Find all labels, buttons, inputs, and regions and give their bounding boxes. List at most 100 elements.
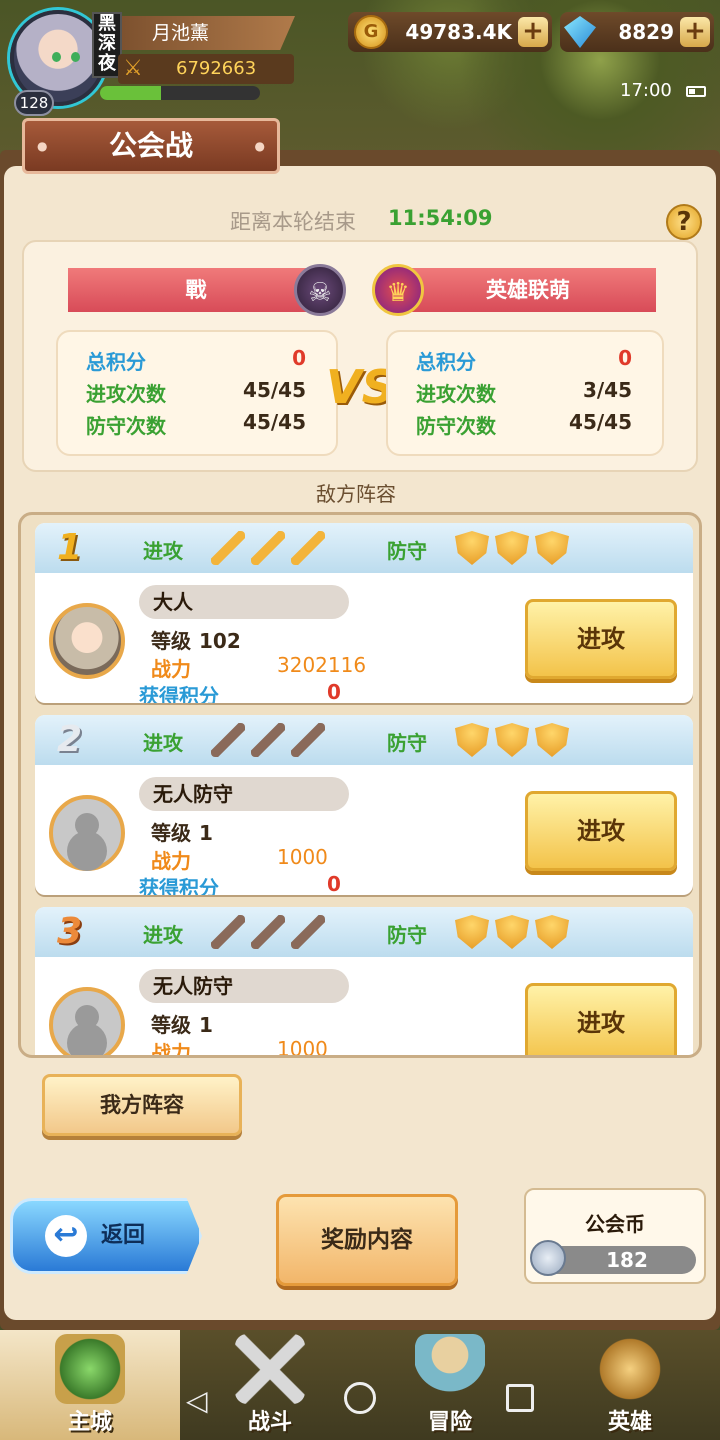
rank-number: 3	[57, 911, 83, 952]
guild-coin-icon	[530, 1240, 566, 1276]
enemy-entry-3: 3 进攻 防守 无人防守 等级 1 战力 1000 进攻	[35, 907, 693, 1058]
stat-value: 3/45	[582, 378, 632, 402]
power-value: 1000	[277, 845, 328, 869]
attack-button[interactable]: 进攻	[525, 983, 677, 1055]
enemy-list[interactable]: 1 进攻 防守 大人 等级 102 战力 3202116 获得积分 0 进攻 2 …	[18, 512, 702, 1058]
shield-icon	[535, 723, 569, 757]
enemy-avatar[interactable]	[49, 987, 125, 1055]
shield-icon	[455, 531, 489, 565]
timer-value: 11:54:09	[388, 206, 493, 230]
attack-button[interactable]: 进攻	[525, 791, 677, 871]
rewards-button[interactable]: 奖励内容	[276, 1194, 458, 1286]
sword-icon	[291, 723, 325, 757]
power-value: 1000	[277, 1037, 328, 1058]
level-value: 102	[199, 629, 241, 653]
nav-hero[interactable]: 英雄	[540, 1330, 720, 1440]
diamond-icon	[564, 16, 596, 48]
guild-coin-panel: 公会币 182	[524, 1188, 706, 1284]
back-label: 返回	[101, 1223, 146, 1248]
exp-fill	[100, 86, 161, 100]
add-gold-button[interactable]: +	[518, 17, 548, 47]
gem-currency: 8829 +	[560, 12, 714, 52]
defend-label: 防守	[387, 923, 427, 947]
map-scroll-icon	[415, 1334, 485, 1404]
defend-label: 防守	[387, 539, 427, 563]
sword-icon	[211, 723, 245, 757]
attack-label: 进攻	[143, 731, 183, 755]
attack-button[interactable]: 进攻	[525, 599, 677, 679]
stat-row: 总积分 0	[86, 346, 306, 378]
status-time: 17:00	[620, 80, 672, 101]
stat-label: 总积分	[416, 350, 476, 374]
stat-row: 防守次数 45/45	[416, 410, 632, 442]
enemy-avatar[interactable]	[49, 603, 125, 679]
entry-header: 2 进攻 防守	[35, 715, 693, 765]
right-team-name: 英雄联萌	[400, 268, 656, 312]
stat-label: 进攻次数	[416, 382, 496, 406]
gold-value: 49783.4K	[405, 20, 512, 44]
power-value: 3202116	[277, 653, 367, 677]
left-team-name: 戰	[68, 268, 324, 312]
defend-icons	[455, 531, 575, 567]
defend-icons	[455, 723, 575, 759]
defend-icons	[455, 915, 575, 951]
enemy-name: 无人防守	[139, 969, 349, 1003]
castle-icon	[55, 1334, 125, 1404]
dragon-emblem-icon: ♛	[372, 264, 424, 316]
left-team-stats: 总积分 0 进攻次数 45/45 防守次数 45/45	[56, 330, 338, 456]
crossed-swords-icon: ⚔	[123, 56, 143, 81]
system-back-icon[interactable]: ◁	[186, 1384, 208, 1417]
enemy-level: 等级 1	[151, 1009, 213, 1038]
attack-icons	[211, 531, 331, 567]
power-label: 战力	[151, 1041, 191, 1058]
exp-bar	[100, 86, 260, 100]
enemy-avatar[interactable]	[49, 795, 125, 871]
level-value: 1	[199, 1013, 213, 1037]
score-label: 获得积分	[139, 876, 219, 895]
enemy-level: 等级 102	[151, 625, 241, 654]
stat-value: 45/45	[243, 378, 306, 402]
gold-coin-icon: G	[354, 15, 388, 49]
sword-icon	[211, 915, 245, 949]
shield-icon	[535, 915, 569, 949]
enemy-entry-2: 2 进攻 防守 无人防守 等级 1 战力 1000 获得积分 0 进攻	[35, 715, 693, 895]
stat-row: 总积分 0	[416, 346, 632, 378]
rank-number: 2	[57, 719, 83, 760]
avatar-eyes	[50, 52, 82, 62]
help-button[interactable]: ?	[666, 204, 702, 240]
nav-home[interactable]: 主城	[0, 1330, 180, 1440]
shield-icon	[495, 531, 529, 565]
page-title: 公会战	[22, 118, 280, 174]
sword-icon	[291, 531, 325, 565]
stat-value: 45/45	[569, 410, 632, 434]
system-home-icon[interactable]	[344, 1382, 376, 1414]
stat-row: 进攻次数 45/45	[86, 378, 306, 410]
right-team-stats: 总积分 0 进攻次数 3/45 防守次数 45/45	[386, 330, 664, 456]
shield-icon	[495, 723, 529, 757]
score-value: 0	[327, 872, 341, 895]
attack-label: 进攻	[143, 539, 183, 563]
my-lineup-button[interactable]: 我方阵容	[42, 1074, 242, 1136]
system-recent-apps-icon[interactable]	[506, 1384, 534, 1412]
sword-icon	[291, 915, 325, 949]
player-level-badge: 128	[14, 90, 54, 116]
entry-header: 1 进攻 防守	[35, 523, 693, 573]
stat-value: 45/45	[243, 410, 306, 434]
add-gems-button[interactable]: +	[680, 17, 710, 47]
level-label: 等级	[151, 821, 191, 845]
rank-number: 1	[57, 527, 83, 568]
defend-label: 防守	[387, 731, 427, 755]
entry-header: 3 进攻 防守	[35, 907, 693, 957]
shield-icon	[455, 915, 489, 949]
stat-label: 防守次数	[416, 414, 496, 438]
back-button[interactable]: ↩ 返回	[10, 1198, 202, 1274]
gem-value: 8829	[618, 20, 674, 44]
battery-icon	[686, 86, 706, 97]
hero-crest-icon	[595, 1334, 665, 1404]
stat-label: 防守次数	[86, 414, 166, 438]
vs-label: VS	[326, 360, 395, 414]
enemy-name: 大人	[139, 585, 349, 619]
stat-label: 进攻次数	[86, 382, 166, 406]
gold-currency: G 49783.4K +	[348, 12, 552, 52]
shield-icon	[495, 915, 529, 949]
